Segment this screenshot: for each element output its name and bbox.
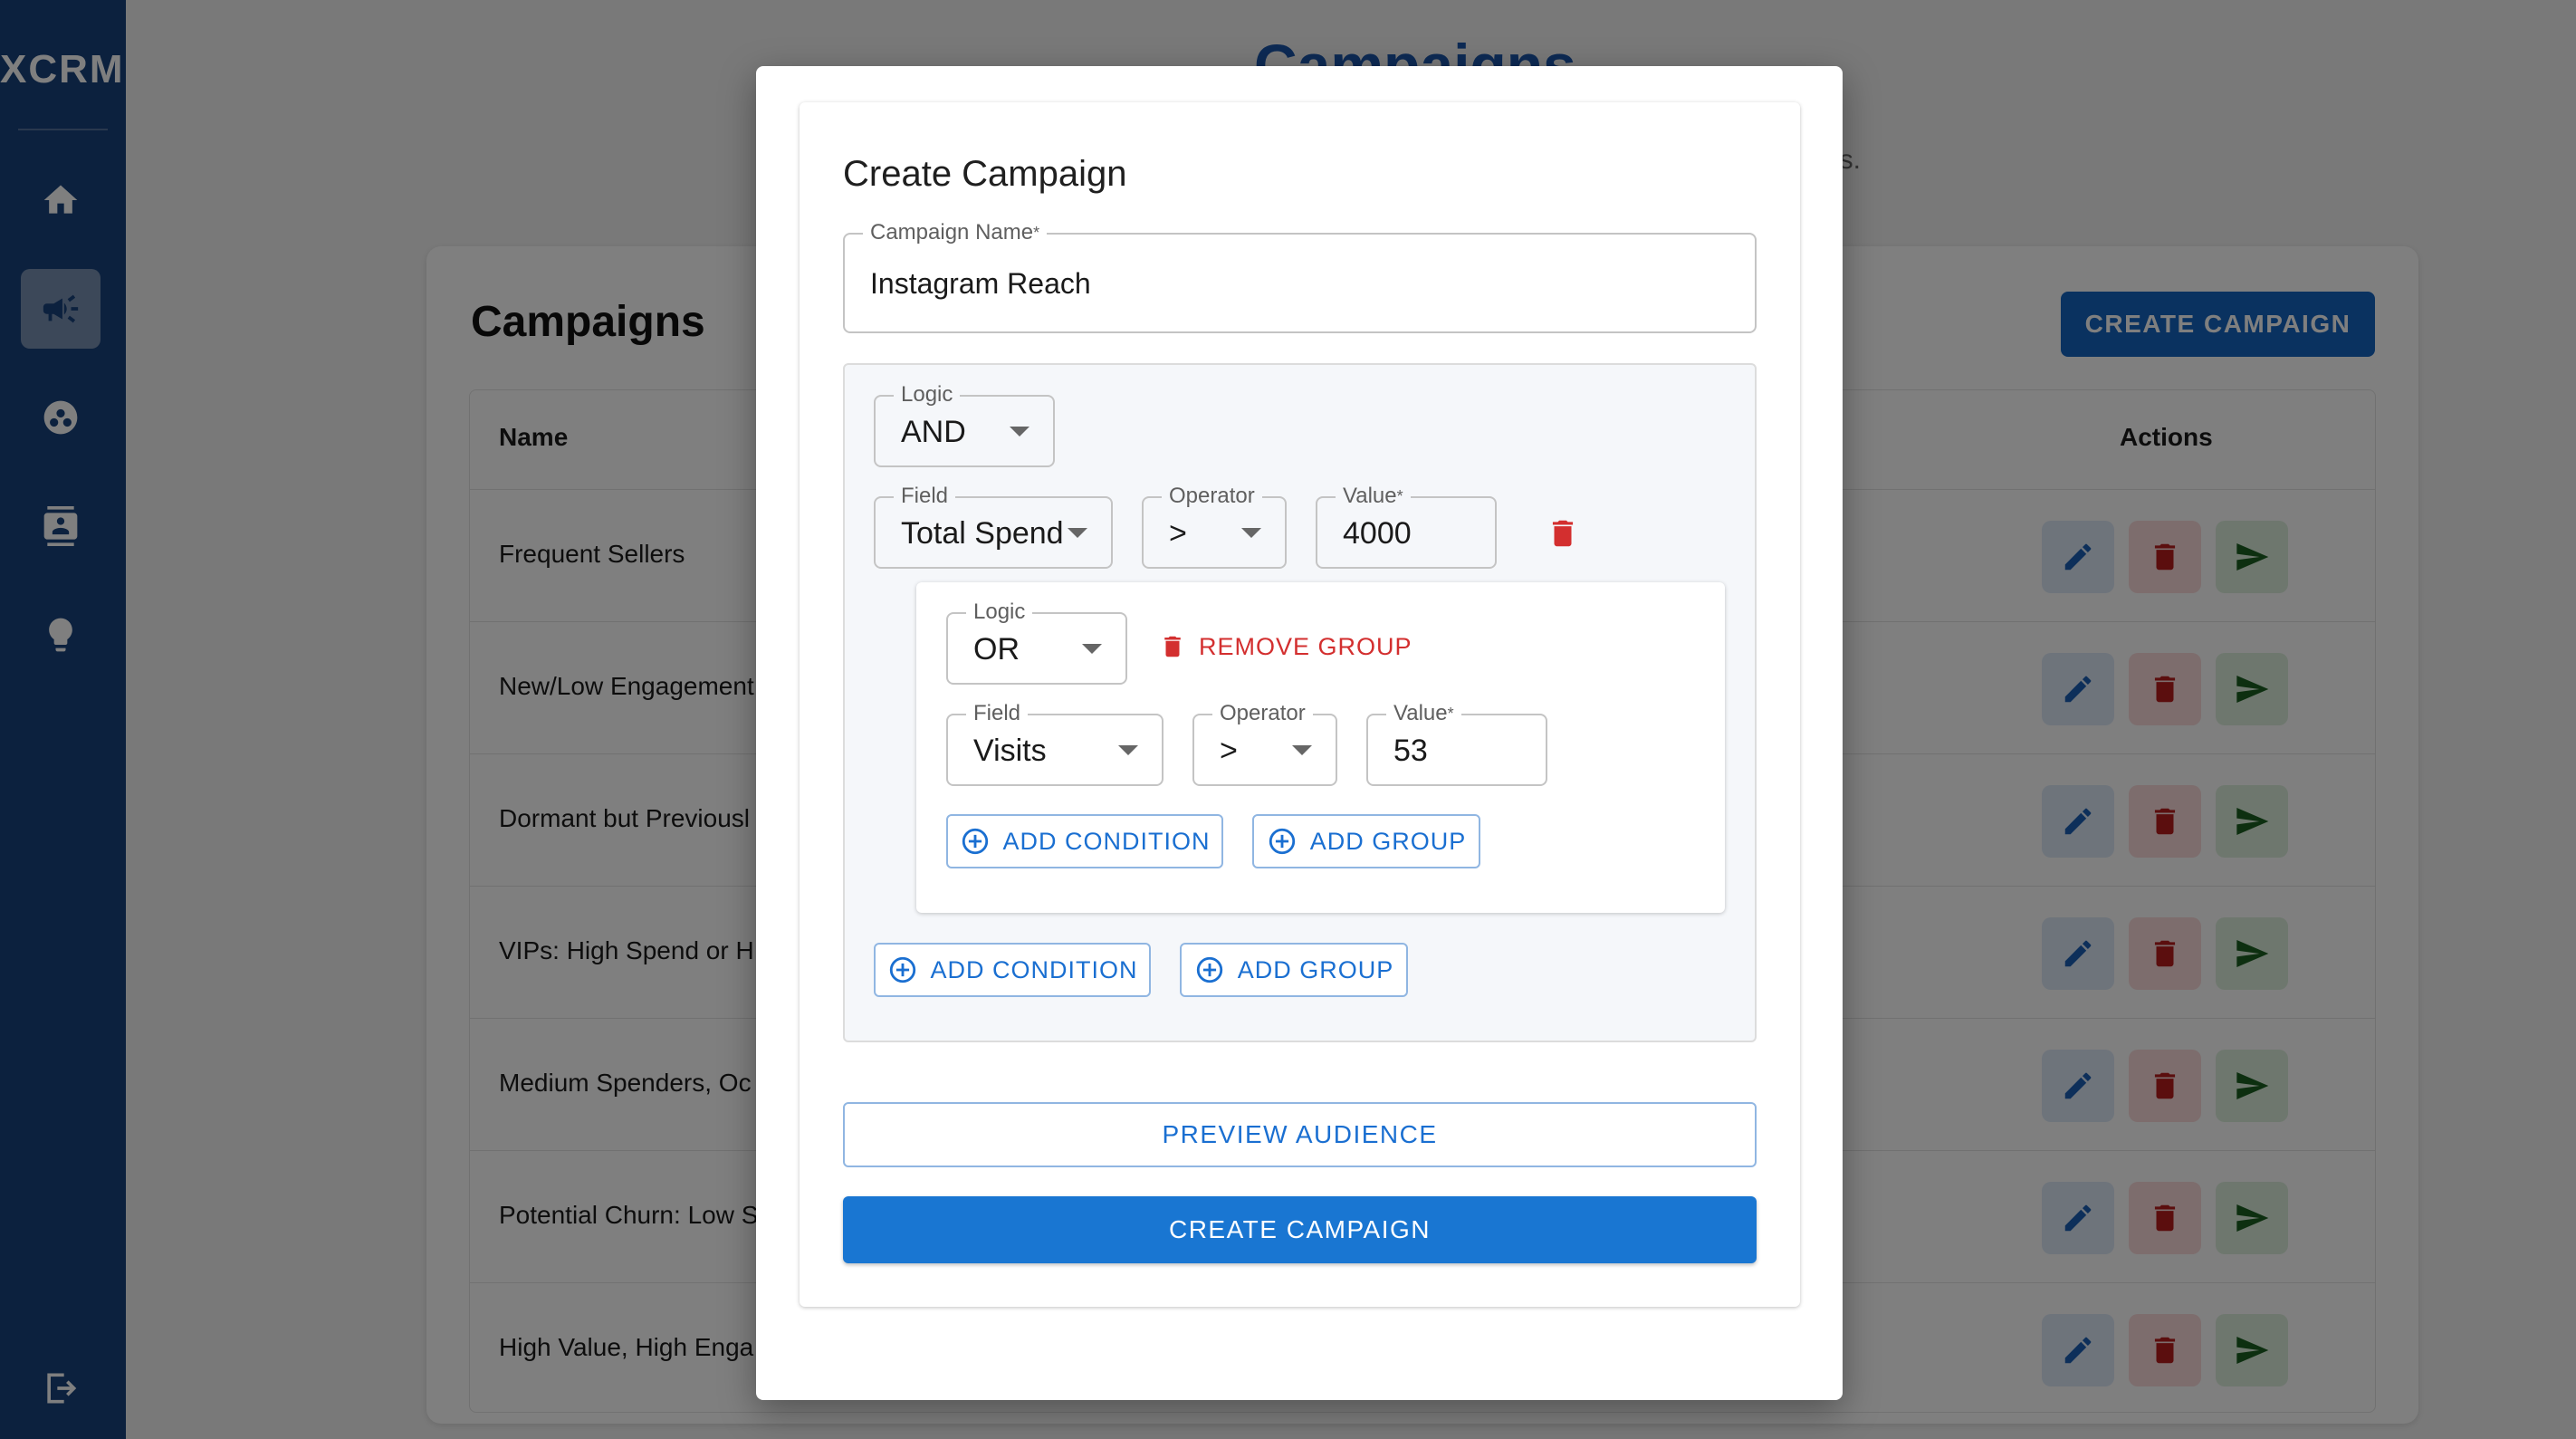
- field-label: Field: [894, 484, 956, 509]
- value-input[interactable]: 4000: [1343, 516, 1412, 552]
- required-marker: *: [1447, 705, 1454, 723]
- create-campaign-button[interactable]: CREATE CAMPAIGN: [843, 1196, 1757, 1263]
- nested-add-group-button[interactable]: ADD GROUP: [1252, 814, 1480, 868]
- nested-operator-select[interactable]: Operator >: [1192, 701, 1337, 786]
- chevron-down-icon: [1292, 745, 1312, 755]
- root-value-field[interactable]: Value* 4000: [1316, 484, 1497, 569]
- trash-icon: [1552, 520, 1574, 547]
- chevron-down-icon: [1010, 427, 1029, 436]
- add-circle-icon: [962, 828, 988, 855]
- value-label: Value: [1393, 701, 1448, 725]
- root-add-group-button[interactable]: ADD GROUP: [1180, 943, 1408, 997]
- field-label: Field: [966, 701, 1029, 726]
- chevron-down-icon: [1118, 745, 1138, 755]
- required-marker: *: [1033, 224, 1040, 242]
- add-group-label: ADD GROUP: [1237, 955, 1394, 983]
- nested-add-condition-button[interactable]: ADD CONDITION: [946, 814, 1223, 868]
- nested-field-select[interactable]: Field Visits: [946, 701, 1164, 786]
- campaign-name-input[interactable]: Instagram Reach: [870, 267, 1091, 301]
- logic-label: Logic: [966, 600, 1033, 625]
- root-field-select[interactable]: Field Total Spend: [874, 484, 1113, 569]
- root-operator-select[interactable]: Operator >: [1142, 484, 1287, 569]
- operator-label: Operator: [1162, 484, 1262, 509]
- logic-value: OR: [973, 632, 1020, 667]
- remove-group-label: REMOVE GROUP: [1199, 632, 1412, 660]
- chevron-down-icon: [1082, 644, 1102, 654]
- add-circle-icon: [889, 956, 915, 983]
- nested-value-field[interactable]: Value* 53: [1366, 701, 1547, 786]
- value-input[interactable]: 53: [1393, 734, 1428, 769]
- value-label: Value: [1343, 484, 1397, 508]
- dialog-title: Create Campaign: [843, 154, 1127, 194]
- chevron-down-icon: [1241, 528, 1261, 538]
- add-circle-icon: [1269, 828, 1295, 855]
- root-logic-select[interactable]: Logic AND: [874, 382, 1055, 467]
- logic-value: AND: [901, 415, 966, 449]
- delete-condition-button[interactable]: [1539, 510, 1586, 557]
- field-value: Total Spend: [901, 516, 1064, 551]
- add-group-label: ADD GROUP: [1309, 827, 1467, 855]
- preview-audience-button[interactable]: PREVIEW AUDIENCE: [843, 1102, 1757, 1167]
- operator-value: >: [1220, 734, 1238, 768]
- root-add-condition-button[interactable]: ADD CONDITION: [874, 943, 1151, 997]
- add-condition-label: ADD CONDITION: [1002, 827, 1211, 855]
- chevron-down-icon: [1068, 528, 1087, 538]
- required-marker: *: [1396, 487, 1403, 505]
- campaign-name-label: Campaign Name: [870, 220, 1034, 245]
- add-condition-label: ADD CONDITION: [930, 955, 1138, 983]
- operator-label: Operator: [1212, 701, 1313, 726]
- nested-logic-select[interactable]: Logic OR: [946, 600, 1127, 685]
- remove-group-button[interactable]: REMOVE GROUP: [1159, 623, 1412, 670]
- operator-value: >: [1169, 516, 1187, 551]
- campaign-name-field[interactable]: Campaign Name* Instagram Reach: [843, 220, 1757, 333]
- add-circle-icon: [1196, 956, 1222, 983]
- field-value: Visits: [973, 734, 1047, 768]
- logic-label: Logic: [894, 382, 961, 408]
- trash-icon: [1164, 636, 1181, 657]
